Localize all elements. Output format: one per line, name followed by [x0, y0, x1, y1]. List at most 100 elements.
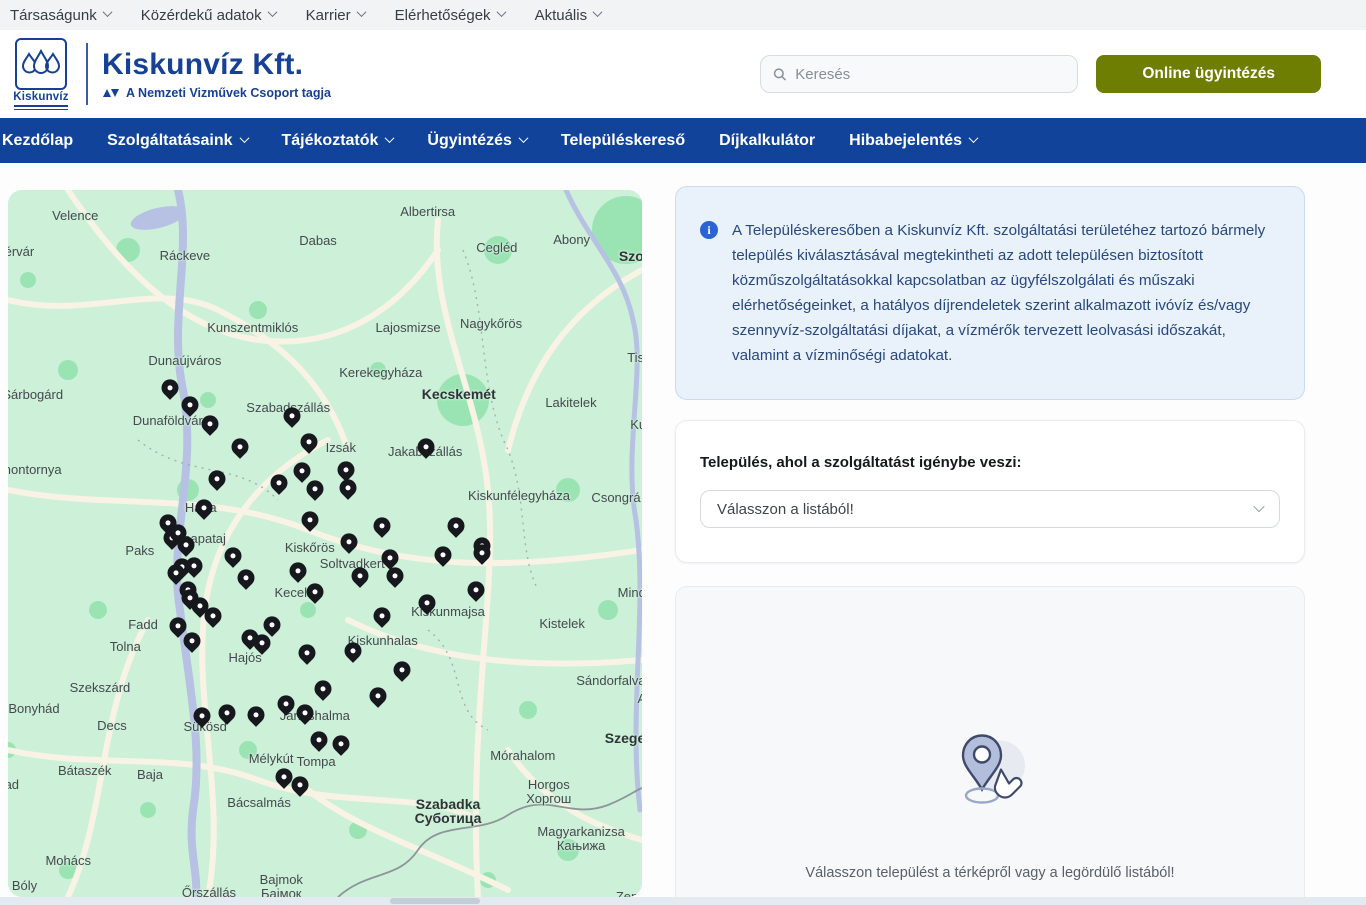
map-pin[interactable]	[185, 558, 202, 575]
map-pin[interactable]	[178, 536, 195, 553]
map-pin[interactable]	[315, 681, 332, 698]
map-city-label: Mohács	[45, 854, 91, 868]
map-pin[interactable]	[434, 546, 451, 563]
map-pin[interactable]	[225, 548, 242, 565]
map-city-label: Szabadka Суботица	[415, 797, 482, 825]
map-pin[interactable]	[275, 768, 292, 785]
nav-item-label: Karrier	[306, 7, 351, 24]
map-pin[interactable]	[339, 479, 356, 496]
map-city-label: Mélykút	[249, 752, 294, 766]
map-pin[interactable]	[374, 517, 391, 534]
map-city-label: Minds	[618, 586, 642, 600]
map-pin[interactable]	[294, 462, 311, 479]
settlement-select[interactable]: Válasszon a listából!	[700, 490, 1280, 528]
map-pin[interactable]	[270, 474, 287, 491]
map-city-label: Horgos Хоргош	[526, 778, 571, 806]
top-nav-item-tarsasagunk[interactable]: Társaságunk	[10, 7, 111, 24]
map-pin[interactable]	[254, 635, 271, 652]
map-pin[interactable]	[311, 731, 328, 748]
chevron-down-icon	[593, 7, 603, 17]
top-nav-item-elerhetosegek[interactable]: Elérhetőségek	[395, 7, 505, 24]
search-icon	[773, 67, 787, 82]
map-city-label: Nagykőrös	[460, 317, 522, 331]
settlement-select-card: Település, ahol a szolgáltatást igénybe …	[675, 420, 1305, 563]
nav-item-label: Kezdőlap	[2, 132, 73, 150]
map-pin[interactable]	[289, 563, 306, 580]
map-pin[interactable]	[162, 379, 179, 396]
map-pin[interactable]	[419, 594, 436, 611]
map-city-label: Őrszállás	[182, 886, 236, 897]
map-pin[interactable]	[209, 471, 226, 488]
map-pin[interactable]	[341, 534, 358, 551]
map-pin[interactable]	[386, 567, 403, 584]
map-pin[interactable]	[474, 544, 491, 561]
map-city-label: Szoln	[619, 249, 642, 263]
nav-item-label: Társaságunk	[10, 7, 97, 24]
nav-item-szolgaltatasaink[interactable]: Szolgáltatásaink	[107, 132, 247, 150]
top-nav-item-karrier[interactable]: Karrier	[306, 7, 365, 24]
map-city-label: Kunszentmiklós	[207, 321, 298, 335]
top-nav-item-kozerdeku-adatok[interactable]: Közérdekű adatok	[141, 7, 276, 24]
nav-item-telepuleskereso[interactable]: Településkereső	[561, 132, 685, 150]
map-pin[interactable]	[306, 584, 323, 601]
map-pin[interactable]	[277, 695, 294, 712]
map-city-label: Tolna	[110, 640, 141, 654]
map-city-label: Baja	[137, 768, 163, 782]
map-city-label: Mórahalom	[490, 749, 555, 763]
map-pin[interactable]	[393, 661, 410, 678]
search-box[interactable]	[760, 55, 1078, 93]
map-city-label: érvár	[8, 245, 34, 259]
chevron-down-icon	[385, 133, 395, 143]
map-pin[interactable]	[448, 517, 465, 534]
map-pin[interactable]	[374, 607, 391, 624]
map-pin[interactable]	[232, 438, 249, 455]
utility-nav: Társaságunk Közérdekű adatok Karrier Elérhe…	[0, 0, 1366, 30]
map-pin[interactable]	[247, 706, 264, 723]
map-pin[interactable]	[292, 776, 309, 793]
logo[interactable]: Kiskunvíz Kiskunvíz Kft. A Nemzeti Vizmű…	[10, 38, 331, 110]
map-pin[interactable]	[370, 688, 387, 705]
map-pin[interactable]	[296, 705, 313, 722]
nav-item-tajekoztatok[interactable]: Tájékoztatók	[282, 132, 394, 150]
search-input[interactable]	[795, 66, 1065, 83]
map-pin[interactable]	[183, 632, 200, 649]
map-pin[interactable]	[181, 396, 198, 413]
nav-item-kezdolap[interactable]: Kezdőlap	[2, 132, 73, 150]
logo-text: Kiskunvíz	[13, 91, 68, 103]
map-pin[interactable]	[337, 461, 354, 478]
map-city-label: Abony	[553, 233, 590, 247]
map-pin[interactable]	[194, 707, 211, 724]
map-pin[interactable]	[382, 549, 399, 566]
map-pin[interactable]	[299, 645, 316, 662]
map-pin[interactable]	[168, 565, 185, 582]
map-pin[interactable]	[218, 705, 235, 722]
top-nav-item-aktualis[interactable]: Aktuális	[535, 7, 602, 24]
map-city-label: Dabas	[299, 234, 337, 248]
map-pin[interactable]	[301, 512, 318, 529]
online-ugyintezes-button[interactable]: Online ügyintézés	[1096, 55, 1321, 93]
scrollbar-thumb[interactable]	[390, 898, 480, 904]
map-pin[interactable]	[417, 438, 434, 455]
map-pin[interactable]	[204, 607, 221, 624]
nav-item-dijkalkulator[interactable]: Díjkalkulátor	[719, 132, 815, 150]
map-pin[interactable]	[332, 735, 349, 752]
map-pin[interactable]	[202, 415, 219, 432]
map-pin[interactable]	[301, 433, 318, 450]
map-city-label: Zenta	[616, 890, 642, 897]
map-pin[interactable]	[344, 642, 361, 659]
nav-item-hibabejelentes[interactable]: Hibabejelentés	[849, 132, 977, 150]
map-pin[interactable]	[284, 408, 301, 425]
map-city-label: Bajmok Бајмок	[260, 873, 303, 897]
logo-badge: Kiskunvíz	[10, 38, 72, 110]
map[interactable]: VelenceérvárRáckeveDabasAlbertirsaCegléd…	[8, 190, 642, 897]
map-city-label: Dunaújváros	[148, 354, 221, 368]
map-pin[interactable]	[351, 567, 368, 584]
map-pin[interactable]	[237, 570, 254, 587]
map-pin[interactable]	[467, 582, 484, 599]
map-city-label: Tis	[627, 351, 642, 365]
map-pin[interactable]	[306, 480, 323, 497]
horizontal-scrollbar[interactable]	[0, 897, 1366, 905]
map-pin[interactable]	[263, 616, 280, 633]
map-pin[interactable]	[195, 500, 212, 517]
nav-item-ugyintezes[interactable]: Ügyintézés	[427, 132, 526, 150]
